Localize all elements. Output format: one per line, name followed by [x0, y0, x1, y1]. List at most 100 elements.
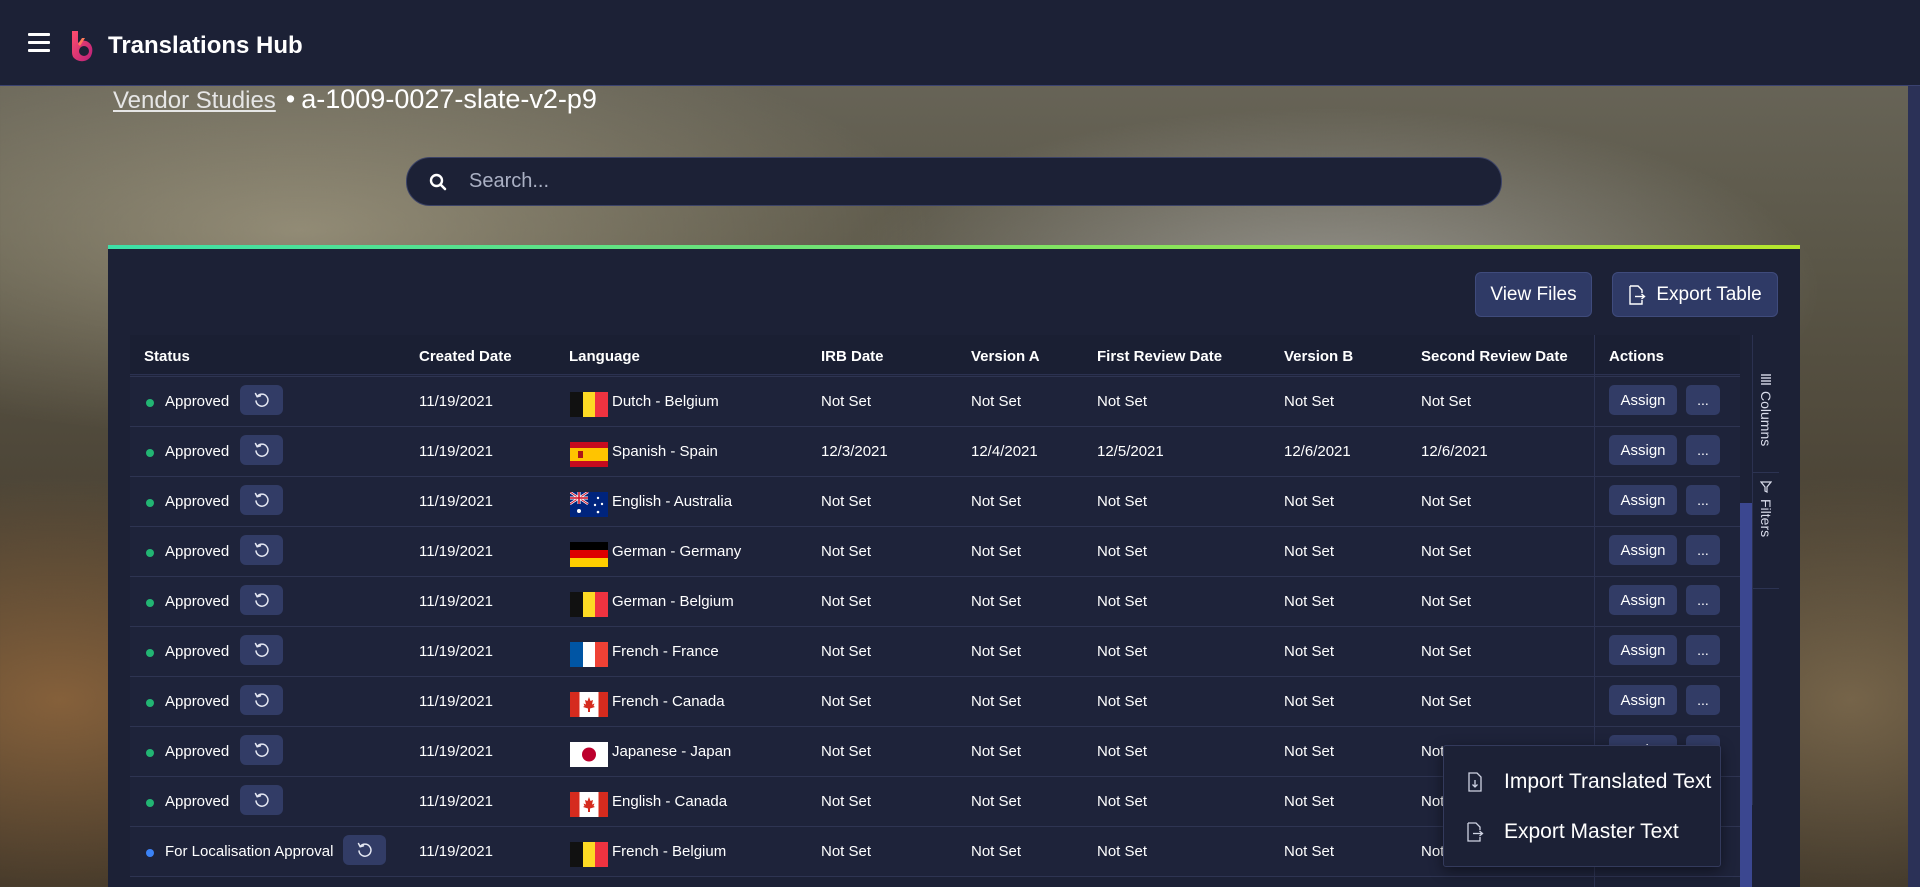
version-b-cell: Not Set [1284, 843, 1335, 860]
second-review-date-cell: Not Set [1421, 543, 1472, 560]
language-cell: French - France [612, 643, 719, 660]
grid-side-panel: Columns Filters [1752, 335, 1779, 805]
first-review-date-cell: Not Set [1097, 593, 1148, 610]
export-master-text-menu-item[interactable]: Export Master Text [1444, 808, 1722, 856]
table-row[interactable]: Approved Dutch - Belgium 11/19/2021 Not Set… [130, 377, 1740, 427]
version-b-cell: 12/6/2021 [1284, 443, 1351, 460]
revert-status-button[interactable] [240, 485, 283, 515]
status-cell: Approved [165, 593, 230, 610]
view-files-button[interactable]: View Files [1475, 272, 1592, 317]
revert-icon [357, 842, 372, 857]
irb-date-cell: Not Set [821, 393, 872, 410]
table-row[interactable]: Approved Spanish - Spain 11/19/2021 12/3/20… [130, 427, 1740, 477]
version-a-cell: Not Set [971, 843, 1022, 860]
first-review-date-cell: 12/5/2021 [1097, 443, 1164, 460]
revert-status-button[interactable] [240, 435, 283, 465]
irb-date-cell: Not Set [821, 693, 872, 710]
language-cell: English - Australia [612, 493, 733, 510]
revert-status-button[interactable] [240, 735, 283, 765]
first-review-date-cell: Not Set [1097, 493, 1148, 510]
assign-button[interactable]: Assign [1609, 385, 1677, 415]
import-translated-text-label: Import Translated Text [1504, 770, 1712, 793]
more-actions-button[interactable]: ... [1686, 685, 1720, 715]
irb-date-cell: Not Set [821, 743, 872, 760]
column-header-actions: Actions [1609, 348, 1665, 365]
status-cell: Approved [165, 543, 230, 560]
revert-status-button[interactable] [240, 635, 283, 665]
column-header-status[interactable]: Status [144, 348, 190, 365]
status-indicator-dot [146, 699, 154, 707]
table-row[interactable]: Approved French - Canada 11/19/2021 Not Set… [130, 677, 1740, 727]
revert-status-button[interactable] [240, 385, 283, 415]
flag-de-icon [570, 542, 608, 567]
more-actions-button[interactable]: ... [1686, 435, 1720, 465]
version-b-cell: Not Set [1284, 743, 1335, 760]
more-actions-button[interactable]: ... [1686, 535, 1720, 565]
more-actions-button[interactable]: ... [1686, 585, 1720, 615]
filters-tab[interactable]: Filters [1755, 481, 1777, 537]
table-row[interactable]: Approved English - Australia 11/19/2021 Not… [130, 477, 1740, 527]
version-a-cell: Not Set [971, 743, 1022, 760]
column-header-created-date[interactable]: Created Date [419, 348, 512, 365]
import-translated-text-menu-item[interactable]: Import Translated Text [1444, 758, 1722, 806]
revert-status-button[interactable] [240, 785, 283, 815]
table-row[interactable]: Approved German - Belgium 11/19/2021 Not Se… [130, 577, 1740, 627]
status-indicator-dot [146, 849, 154, 857]
first-review-date-cell: Not Set [1097, 743, 1148, 760]
column-header-version-b[interactable]: Version B [1284, 348, 1353, 365]
export-table-button[interactable]: Export Table [1612, 272, 1778, 317]
columns-tab-label: Columns [1758, 391, 1774, 447]
irb-date-cell: Not Set [821, 493, 872, 510]
assign-button[interactable]: Assign [1609, 585, 1677, 615]
column-header-irb-date[interactable]: IRB Date [821, 348, 884, 365]
table-row[interactable]: Approved German - Germany 11/19/2021 Not Se… [130, 527, 1740, 577]
revert-status-button[interactable] [343, 835, 386, 865]
status-indicator-dot [146, 749, 154, 757]
assign-button[interactable]: Assign [1609, 435, 1677, 465]
vertical-scrollbar-thumb[interactable] [1740, 503, 1752, 887]
column-header-version-a[interactable]: Version A [971, 348, 1040, 365]
assign-button[interactable]: Assign [1609, 535, 1677, 565]
more-actions-button[interactable]: ... [1686, 635, 1720, 665]
status-cell: For Localisation Approval [165, 843, 334, 860]
first-review-date-cell: Not Set [1097, 693, 1148, 710]
version-a-cell: 12/4/2021 [971, 443, 1038, 460]
side-tab-divider [1753, 588, 1779, 589]
column-header-second-review-date[interactable]: Second Review Date [1421, 348, 1568, 365]
assign-button[interactable]: Assign [1609, 685, 1677, 715]
revert-status-button[interactable] [240, 685, 283, 715]
row-actions-menu: Import Translated Text Export Master Tex… [1443, 745, 1721, 867]
revert-icon [254, 592, 269, 607]
column-header-language[interactable]: Language [569, 348, 640, 365]
assign-button[interactable]: Assign [1609, 485, 1677, 515]
assign-button[interactable]: Assign [1609, 635, 1677, 665]
version-a-cell: Not Set [971, 543, 1022, 560]
more-actions-button[interactable]: ... [1686, 485, 1720, 515]
second-review-date-cell: 12/6/2021 [1421, 443, 1488, 460]
created-date-cell: 11/19/2021 [419, 643, 493, 660]
column-header-first-review-date[interactable]: First Review Date [1097, 348, 1222, 365]
columns-tab[interactable]: Columns [1755, 373, 1777, 446]
version-b-cell: Not Set [1284, 643, 1335, 660]
more-actions-button[interactable]: ... [1686, 385, 1720, 415]
revert-icon [254, 692, 269, 707]
revert-icon [254, 742, 269, 757]
version-b-cell: Not Set [1284, 693, 1335, 710]
search-icon [429, 173, 447, 191]
hamburger-menu-icon[interactable] [28, 33, 50, 52]
status-cell: Approved [165, 443, 230, 460]
irb-date-cell: Not Set [821, 643, 872, 660]
table-row[interactable]: Approved French - France 11/19/2021 Not Set… [130, 627, 1740, 677]
version-b-cell: Not Set [1284, 543, 1335, 560]
search-input[interactable] [469, 158, 1479, 205]
search-bar[interactable] [406, 157, 1502, 206]
revert-status-button[interactable] [240, 585, 283, 615]
status-indicator-dot [146, 549, 154, 557]
filter-icon [1760, 481, 1772, 493]
version-a-cell: Not Set [971, 693, 1022, 710]
breadcrumb-current-study: a-1009-0027-slate-v2-p9 [301, 84, 597, 114]
first-review-date-cell: Not Set [1097, 843, 1148, 860]
revert-status-button[interactable] [240, 535, 283, 565]
breadcrumb-vendor-studies-link[interactable]: Vendor Studies [113, 87, 276, 114]
irb-date-cell: Not Set [821, 843, 872, 860]
